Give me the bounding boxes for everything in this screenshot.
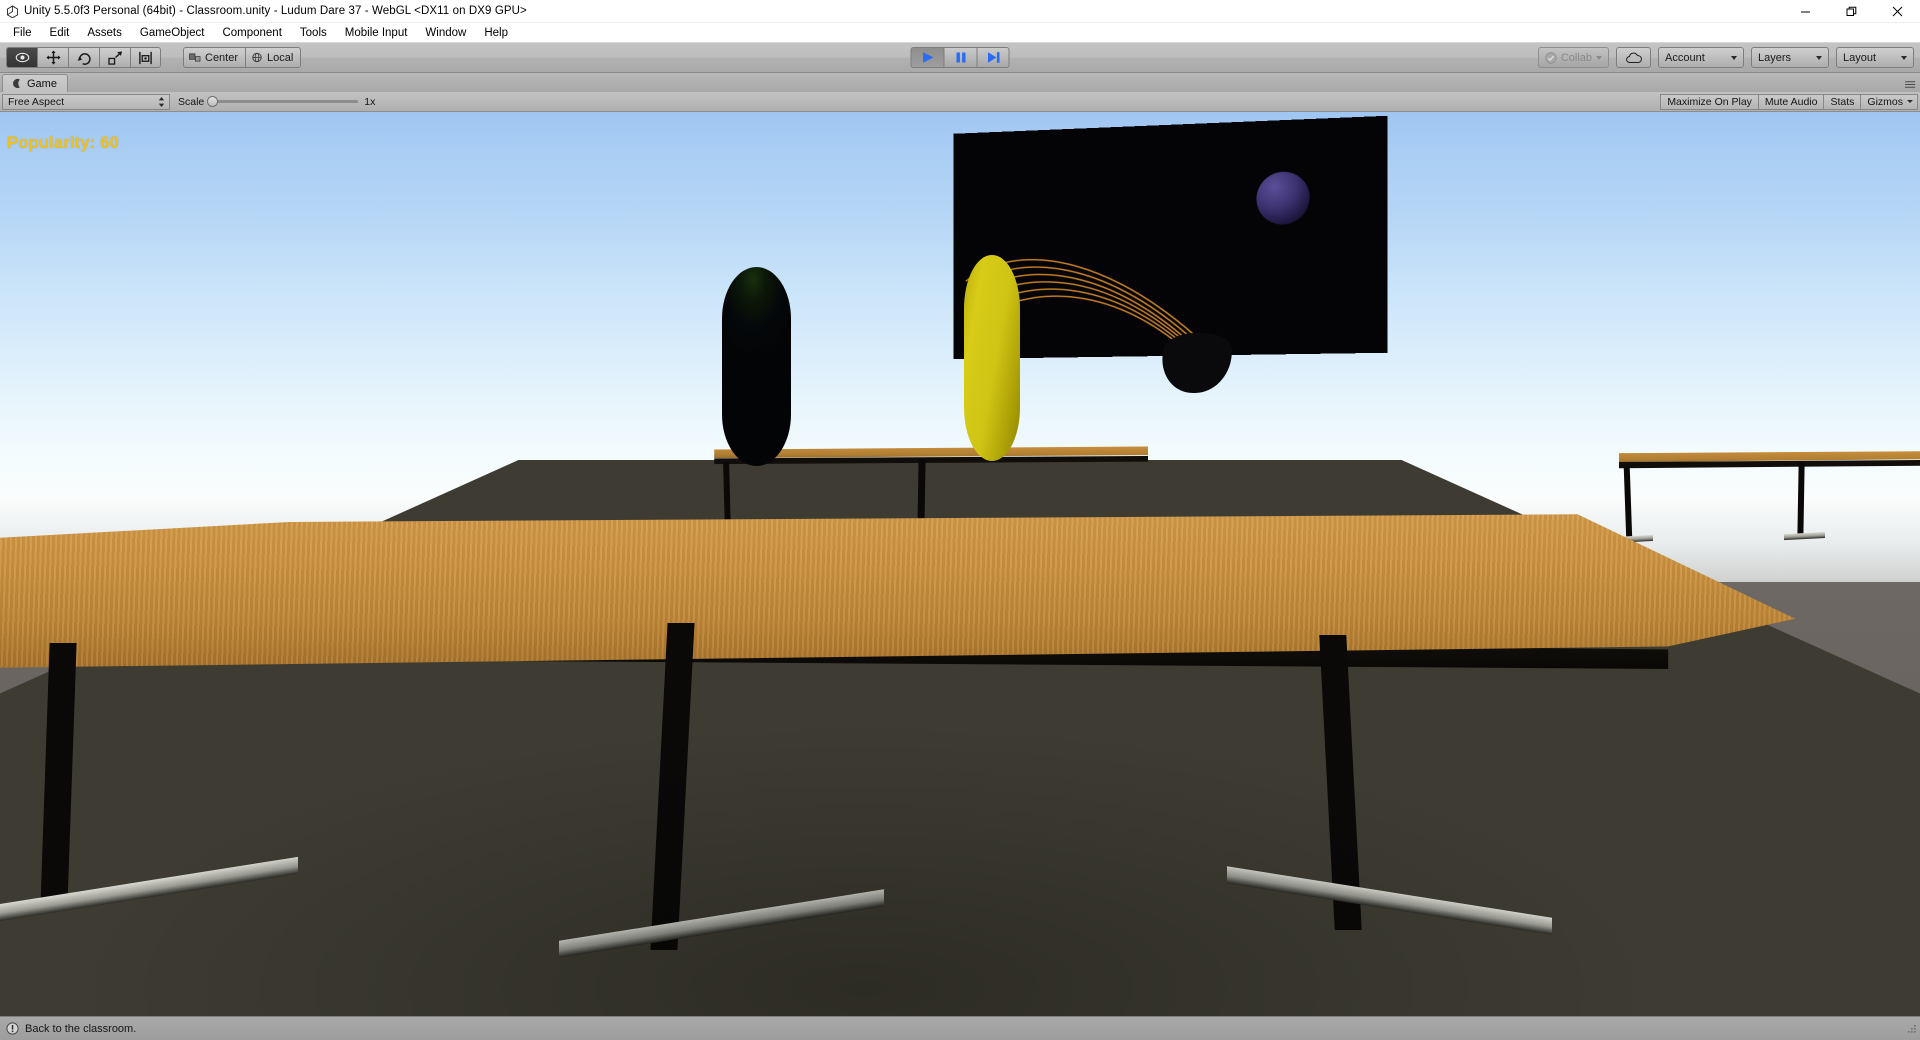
- pivot-controls: Center Local: [183, 47, 302, 68]
- gizmos-caret-icon: [1907, 100, 1913, 103]
- minimize-icon[interactable]: [1782, 0, 1828, 23]
- updown-arrows-icon: [158, 96, 165, 107]
- maximize-on-play-label: Maximize On Play: [1667, 95, 1752, 108]
- collab-check-icon: [1545, 51, 1557, 64]
- menu-help[interactable]: Help: [475, 25, 517, 41]
- transform-tools: [6, 47, 161, 68]
- layout-dropdown[interactable]: Layout: [1836, 47, 1914, 68]
- menu-file[interactable]: File: [4, 25, 41, 41]
- popularity-hud-label: Popularity: 60: [7, 134, 119, 152]
- scale-value: 1x: [364, 95, 376, 108]
- center-pivot-icon: [189, 53, 201, 62]
- maximize-on-play-toggle[interactable]: Maximize On Play: [1660, 93, 1758, 110]
- game-view-options: Maximize On Play Mute Audio Stats Gizmos: [1660, 93, 1918, 110]
- play-controls: [910, 47, 1010, 68]
- panel-menu-button[interactable]: [1904, 79, 1920, 92]
- character-capsule-yellow: [963, 254, 1020, 461]
- menu-mobile-input[interactable]: Mobile Input: [336, 25, 417, 41]
- title-bar: Unity 5.5.0f3 Personal (64bit) - Classro…: [0, 0, 1920, 23]
- game-render-view[interactable]: Popularity: 60: [0, 112, 1920, 1016]
- tab-game-label: Game: [27, 77, 57, 90]
- cloud-icon: [1625, 52, 1642, 63]
- pivot-rotation-label: Local: [267, 51, 294, 64]
- menu-edit[interactable]: Edit: [41, 25, 79, 41]
- aspect-ratio-label: Free Aspect: [8, 95, 65, 108]
- gizmos-dropdown[interactable]: Gizmos: [1860, 93, 1918, 110]
- window-title: Unity 5.5.0f3 Personal (64bit) - Classro…: [24, 5, 527, 17]
- pause-icon: [956, 52, 965, 63]
- layout-label: Layout: [1843, 51, 1877, 64]
- floor-shading: [0, 464, 1920, 1016]
- play-button[interactable]: [910, 47, 944, 68]
- layers-caret-icon: [1816, 55, 1822, 60]
- menu-component[interactable]: Component: [213, 25, 290, 41]
- collab-label: Collab: [1560, 51, 1592, 64]
- status-message: Back to the classroom.: [25, 1022, 137, 1035]
- collab-button[interactable]: Collab: [1537, 47, 1609, 68]
- cloud-services-button[interactable]: [1616, 47, 1651, 68]
- layout-caret-icon: [1901, 55, 1907, 60]
- game-view-icon: [13, 78, 20, 89]
- unity-editor-window: Unity 5.5.0f3 Personal (64bit) - Classro…: [0, 0, 1920, 1040]
- step-icon: [987, 52, 999, 63]
- menu-tools[interactable]: Tools: [291, 25, 336, 41]
- pivot-mode-label: Center: [205, 51, 239, 64]
- scale-tool-button[interactable]: [99, 47, 130, 68]
- collab-caret-icon: [1596, 55, 1602, 60]
- panel-tab-row: Game: [0, 73, 1920, 92]
- status-bar[interactable]: Back to the classroom.: [0, 1016, 1920, 1040]
- pivot-rotation-button[interactable]: Local: [245, 47, 302, 68]
- menu-bar: File Edit Assets GameObject Component To…: [0, 23, 1920, 43]
- classroom-blackboard: [954, 116, 1387, 358]
- restore-icon[interactable]: [1828, 0, 1874, 23]
- scale-slider-knob[interactable]: [207, 96, 219, 107]
- menu-gameobject[interactable]: GameObject: [131, 25, 214, 41]
- step-button[interactable]: [976, 47, 1010, 68]
- scale-control: Scale 1x: [170, 96, 375, 108]
- toolbar-right-group: Collab Account Layers Layout: [1537, 47, 1914, 68]
- mute-audio-toggle[interactable]: Mute Audio: [1757, 93, 1824, 110]
- pause-button[interactable]: [943, 47, 977, 68]
- stats-label: Stats: [1830, 95, 1855, 108]
- rotate-tool-button[interactable]: [68, 47, 99, 68]
- account-dropdown[interactable]: Account: [1658, 47, 1744, 68]
- panel-options-icon: [1905, 81, 1916, 88]
- play-icon: [922, 52, 933, 63]
- game-view-toolbar: Free Aspect Scale 1x Maximize On Play Mu: [0, 92, 1920, 112]
- orange-trails: [955, 116, 1387, 357]
- layers-dropdown[interactable]: Layers: [1751, 47, 1829, 68]
- window-controls: [1782, 0, 1920, 23]
- stats-toggle[interactable]: Stats: [1823, 93, 1861, 110]
- main-toolbar: Center Local Collab Account Layers Layou…: [0, 43, 1920, 73]
- info-icon: [6, 1022, 19, 1035]
- unity-logo-icon: [0, 5, 24, 18]
- hand-tool-button[interactable]: [6, 47, 37, 68]
- account-caret-icon: [1731, 55, 1737, 60]
- account-label: Account: [1665, 51, 1705, 64]
- gizmos-label: Gizmos: [1867, 95, 1903, 108]
- pivot-mode-button[interactable]: Center: [183, 47, 246, 68]
- close-icon[interactable]: [1874, 0, 1920, 23]
- scale-slider[interactable]: [207, 96, 359, 107]
- resize-grip-icon[interactable]: [1905, 1023, 1917, 1035]
- layers-label: Layers: [1758, 51, 1792, 64]
- scale-label: Scale: [178, 95, 205, 108]
- local-rotation-icon: [252, 52, 262, 63]
- move-tool-button[interactable]: [37, 47, 68, 68]
- rect-transform-tool-button[interactable]: [130, 47, 161, 68]
- menu-assets[interactable]: Assets: [78, 25, 131, 41]
- aspect-ratio-dropdown[interactable]: Free Aspect: [2, 93, 170, 110]
- mute-audio-label: Mute Audio: [1764, 95, 1818, 108]
- menu-window[interactable]: Window: [416, 25, 475, 41]
- tab-game[interactable]: Game: [2, 74, 68, 92]
- game-panel: Game Free Aspect Scale 1x Maximize On Pl…: [0, 73, 1920, 1016]
- character-capsule-dark: [721, 267, 792, 467]
